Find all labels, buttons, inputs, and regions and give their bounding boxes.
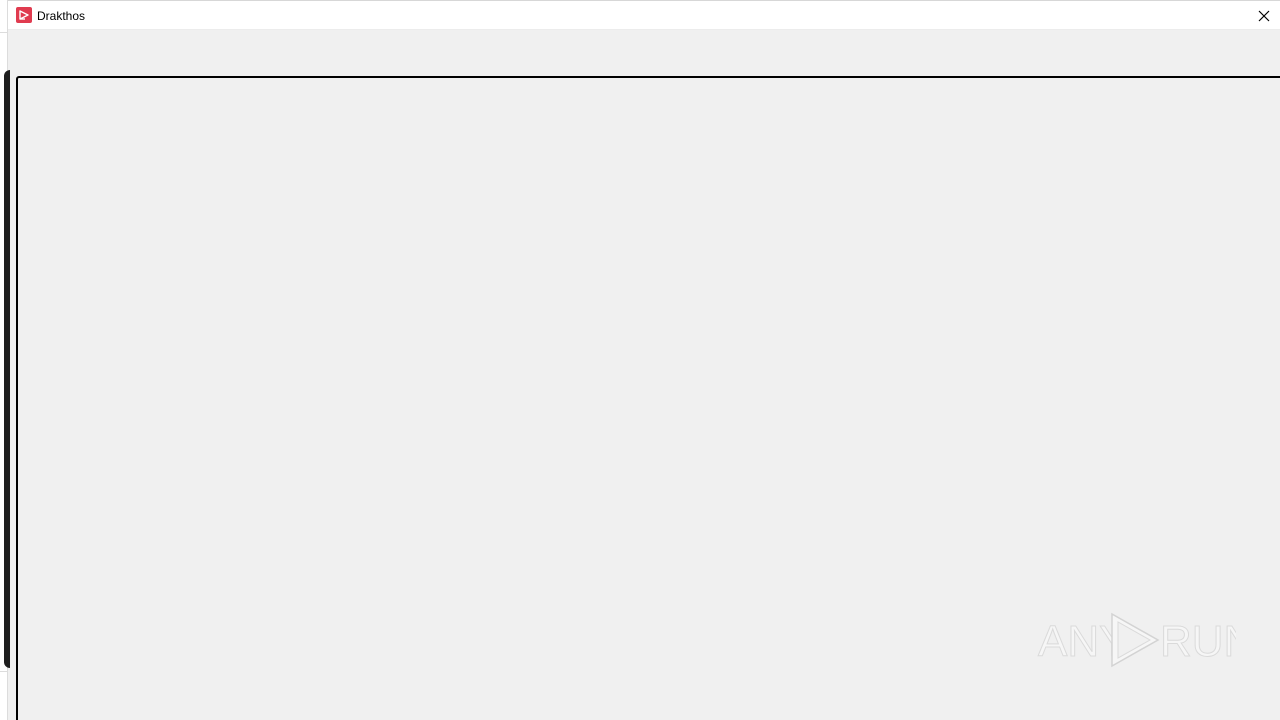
app-window: Drakthos ANY RUN xyxy=(0,0,1280,720)
app-logo-icon xyxy=(16,7,32,23)
watermark-text-right: RUN xyxy=(1160,617,1236,666)
close-button[interactable] xyxy=(1248,1,1280,30)
close-icon xyxy=(1258,10,1270,22)
title-bar[interactable]: Drakthos xyxy=(8,0,1280,30)
divider xyxy=(0,32,8,33)
background-window-frame xyxy=(4,70,10,668)
anyrun-watermark: ANY RUN xyxy=(1036,606,1236,672)
divider xyxy=(0,671,8,672)
window-title: Drakthos xyxy=(37,9,86,23)
